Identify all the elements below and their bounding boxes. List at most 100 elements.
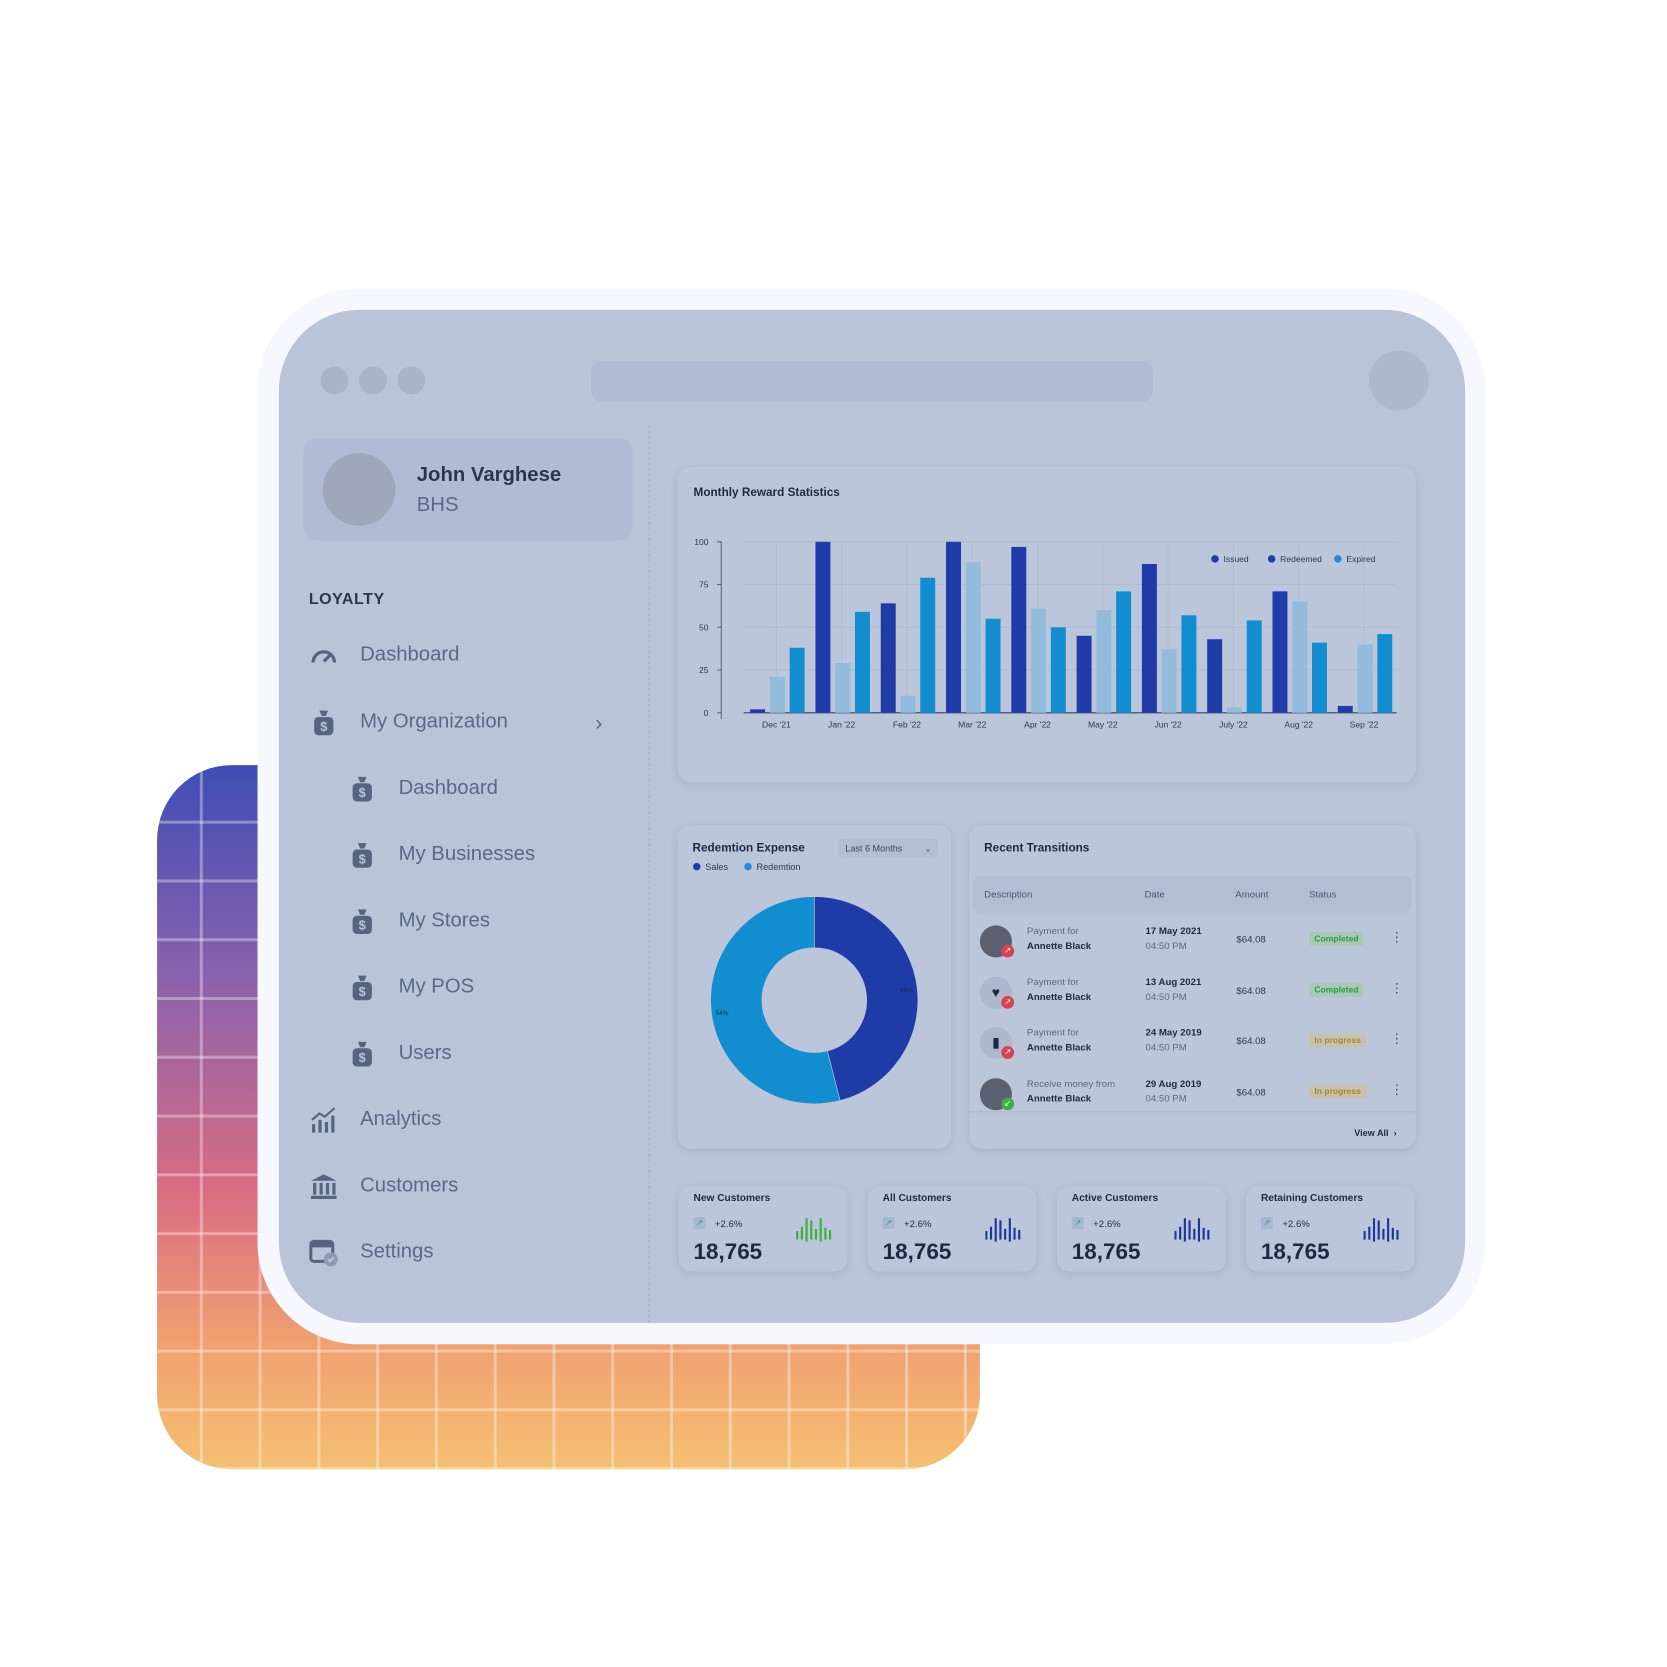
more-options-icon[interactable]: ⋮ <box>1390 1031 1403 1046</box>
arrow-up-right-icon: ↗ <box>1001 1046 1015 1059</box>
user-org: BHS <box>416 493 459 517</box>
status-badge: In progress <box>1309 1084 1367 1098</box>
sidebar-item-my-businesses[interactable]: $ My Businesses <box>347 840 535 870</box>
table-row[interactable]: ↙ Receive money from Annette Black 29 Au… <box>978 1071 1408 1120</box>
y-tick-label: 25 <box>699 665 709 675</box>
legend-dot <box>744 862 752 871</box>
table-row[interactable]: ♥ ↗ Payment for Annette Black 13 Aug 202… <box>978 970 1408 1019</box>
sidebar-item-settings[interactable]: Settings <box>309 1237 434 1267</box>
legend-dot <box>1267 555 1276 563</box>
address-bar[interactable] <box>590 361 1154 402</box>
svg-text:$: $ <box>359 918 366 933</box>
table-row[interactable]: ▮ ↗ Payment for Annette Black 24 May 201… <box>978 1021 1408 1070</box>
user-name: John Varghese <box>416 463 562 487</box>
section-label: LOYALTY <box>308 589 385 609</box>
sidebar-item-label: Customers <box>360 1174 459 1197</box>
x-tick-label: Jun '22 <box>1155 720 1182 730</box>
divider <box>648 425 650 1323</box>
date: 24 May 2019 <box>1145 1026 1202 1038</box>
view-all-link[interactable]: View All › <box>1354 1127 1396 1138</box>
trend-up-icon: ↗ <box>1071 1217 1084 1229</box>
svg-text:$: $ <box>359 785 366 800</box>
sidebar-item-label: My POS <box>398 975 475 999</box>
window-dot[interactable] <box>397 366 426 395</box>
table-row[interactable]: ↗ Payment for Annette Black 17 May 2021 … <box>978 919 1408 968</box>
more-options-icon[interactable]: ⋮ <box>1390 930 1403 945</box>
sparkline-bar <box>819 1218 822 1242</box>
amount: $64.08 <box>1236 933 1266 945</box>
bar-expired <box>985 618 1001 713</box>
sidebar-item-my-stores[interactable]: $ My Stores <box>347 906 490 936</box>
amount: $64.08 <box>1236 1086 1266 1097</box>
stat-title: Active Customers <box>1071 1192 1159 1205</box>
sidebar-item-my-pos[interactable]: $ My POS <box>347 972 474 1002</box>
y-tick-label: 75 <box>699 580 709 590</box>
bar-expired <box>789 647 805 713</box>
col-amount: Amount <box>1235 889 1269 900</box>
sidebar-item-analytics[interactable]: Analytics <box>309 1105 441 1135</box>
sidebar-item-dashboard[interactable]: Dashboard <box>309 640 459 670</box>
account-avatar[interactable] <box>1368 350 1429 411</box>
chevron-right-icon: › <box>1391 1127 1397 1139</box>
sparkline-bar <box>829 1229 832 1240</box>
x-tick-label: Jan '22 <box>828 720 855 730</box>
status-badge: Completed <box>1309 931 1364 946</box>
sparkline-bar <box>1183 1218 1186 1242</box>
description-name: Annette Black <box>1026 1092 1092 1104</box>
sparkline-bar <box>814 1228 818 1240</box>
x-tick-label: Mar '22 <box>958 720 986 730</box>
arrow-up-right-icon: ↗ <box>1001 944 1015 958</box>
more-options-icon[interactable]: ⋮ <box>1390 1082 1403 1097</box>
sparkline-bar <box>1004 1228 1007 1240</box>
money-bag-icon: $ <box>347 1039 377 1069</box>
description-name: Annette Black <box>1026 1041 1092 1053</box>
sidebar-item-my-organization[interactable]: $ My Organization <box>309 707 508 737</box>
bar-redeemed <box>965 562 981 713</box>
recent-transactions-card: Recent Transitions Description Date Amou… <box>969 824 1416 1149</box>
bar-redeemed <box>1292 601 1308 713</box>
bar-issued <box>1141 564 1157 713</box>
sidebar-item-label: My Businesses <box>398 843 536 866</box>
money-bag-icon: $ <box>347 972 377 1002</box>
sparkline-bar <box>1207 1229 1210 1240</box>
sparkline-bars <box>1174 1218 1210 1242</box>
sparkline-bars <box>796 1218 832 1242</box>
bar-expired <box>854 611 870 713</box>
stat-value: 18,765 <box>1071 1239 1141 1265</box>
sidebar-item-label: Settings <box>360 1240 434 1264</box>
window-dot[interactable] <box>359 366 387 395</box>
description-line1: Payment for <box>1026 1026 1079 1038</box>
slice-label: 46% <box>900 987 913 994</box>
col-date: Date <box>1144 889 1165 900</box>
arrow-down-left-icon: ↙ <box>1001 1096 1015 1110</box>
bar-redeemed <box>1096 610 1112 713</box>
user-profile[interactable]: John Varghese BHS <box>303 438 633 541</box>
bar-redeemed <box>1161 649 1177 713</box>
sidebar-item-users[interactable]: $ Users <box>347 1039 452 1069</box>
x-tick-label: Sep '22 <box>1350 720 1379 730</box>
table-header: Description Date Amount Status <box>973 876 1412 913</box>
sparkline-bar <box>1018 1229 1021 1240</box>
sidebar-item-label: Dashboard <box>398 776 498 800</box>
bar-redeemed <box>1031 608 1047 713</box>
svg-text:$: $ <box>320 719 327 734</box>
date: 29 Aug 2019 <box>1145 1077 1202 1089</box>
sidebar-item-dashboard[interactable]: $ Dashboard <box>347 774 498 804</box>
stat-change: +2.6% <box>714 1218 743 1229</box>
sparkline-bar <box>1382 1228 1385 1240</box>
trend-up-icon: ↗ <box>882 1217 895 1229</box>
stat-value: 18,765 <box>882 1239 952 1265</box>
time: 04:50 PM <box>1145 1092 1187 1104</box>
sidebar-item-customers[interactable]: Customers <box>309 1171 458 1201</box>
window-dot[interactable] <box>320 366 349 395</box>
status-badge: In progress <box>1309 1033 1367 1048</box>
date: 17 May 2021 <box>1145 925 1202 937</box>
bar-issued <box>1272 591 1288 713</box>
chevron-right-icon[interactable]: › <box>595 712 602 737</box>
x-tick-label: July '22 <box>1219 720 1248 730</box>
sparkline-bar <box>1008 1218 1011 1242</box>
amount: $64.08 <box>1236 1035 1266 1047</box>
time: 04:50 PM <box>1145 991 1187 1002</box>
sparkline-bar <box>1174 1231 1177 1240</box>
more-options-icon[interactable]: ⋮ <box>1390 980 1403 995</box>
